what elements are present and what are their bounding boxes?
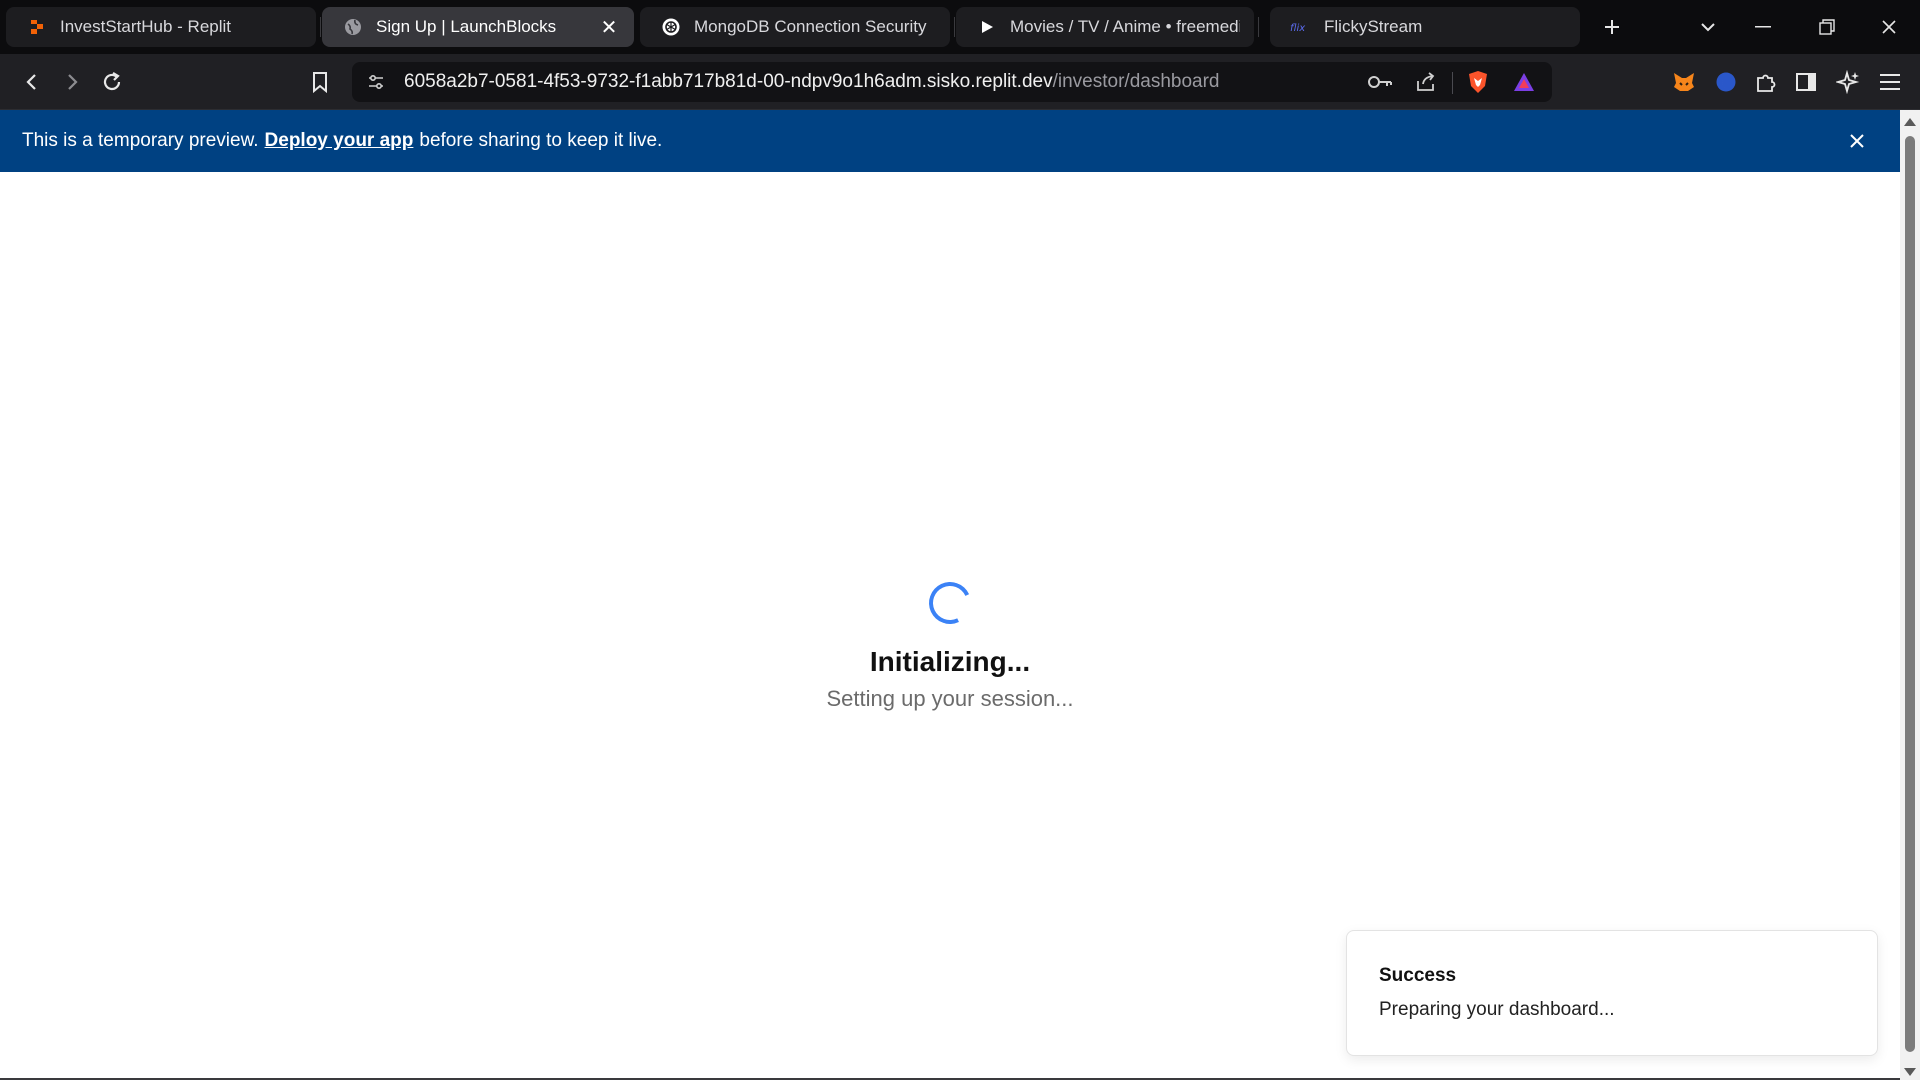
tab-mongodb-connection-security[interactable]: MongoDB Connection Security [640, 7, 950, 47]
tab-title: InvestStartHub - Replit [60, 17, 232, 36]
close-window-button[interactable] [1858, 0, 1920, 54]
minimize-window-button[interactable] [1732, 0, 1794, 54]
reload-icon[interactable] [94, 64, 130, 100]
tab-title: Movies / TV / Anime • freemediaheckyeah [1010, 17, 1240, 36]
scroll-up-arrow-icon[interactable] [1904, 118, 1916, 126]
loading-title: Initializing... [869, 646, 1031, 677]
password-key-icon[interactable] [1362, 64, 1398, 100]
url-host: 6058a2b7-0581-4f53-9732-f1abb717b81d-00-… [404, 71, 1053, 92]
new-tab-button[interactable] [1590, 7, 1634, 47]
tab-freemediaheckyeah[interactable]: Movies / TV / Anime • freemediaheckyeah [956, 7, 1254, 47]
loading-state: Initializing... Setting up your session.… [0, 576, 1900, 712]
tab-title: FlickyStream [1324, 17, 1423, 36]
dark-reader-moon-icon[interactable] [1708, 64, 1744, 100]
extensions-puzzle-icon[interactable] [1748, 64, 1784, 100]
restore-window-button[interactable] [1796, 0, 1858, 54]
browser-toolbar: 6058a2b7-0581-4f53-9732-f1abb717b81d-00-… [0, 54, 1920, 110]
tab-separator [1258, 17, 1259, 37]
back-arrow-icon[interactable] [14, 64, 50, 100]
tab-title: MongoDB Connection Security [694, 17, 927, 36]
flicky-icon: flix [1290, 16, 1312, 38]
scroll-down-arrow-icon[interactable] [1904, 1068, 1916, 1076]
address-bar-separator [1452, 72, 1453, 94]
close-tab-icon[interactable]: ✕ [598, 15, 620, 40]
banner-text-before: This is a temporary preview. [22, 130, 259, 151]
play-icon [976, 16, 998, 38]
forward-arrow-icon[interactable] [54, 64, 90, 100]
svg-text:flix: flix [1290, 23, 1305, 34]
banner-text-after: before sharing to keep it live. [419, 130, 663, 151]
loading-spinner-icon [923, 576, 977, 630]
tab-strip: InvestStartHub - Replit Sign Up | Launch… [0, 0, 1920, 54]
loading-subtitle: Setting up your session... [826, 686, 1074, 711]
brave-rewards-icon[interactable] [1506, 64, 1542, 100]
success-toast[interactable]: Success Preparing your dashboard... [1346, 930, 1878, 1056]
bookmark-icon[interactable] [302, 64, 338, 100]
brave-shields-icon[interactable] [1460, 64, 1496, 100]
url-path: /investor/dashboard [1052, 71, 1220, 92]
leo-ai-sparkle-icon[interactable] [1830, 64, 1866, 100]
temporary-preview-banner: This is a temporary preview. Deploy your… [0, 110, 1900, 172]
globe-icon [342, 16, 364, 38]
scroll-thumb[interactable] [1905, 136, 1915, 1052]
site-settings-icon[interactable] [358, 64, 394, 100]
sidebar-toggle-icon[interactable] [1788, 64, 1824, 100]
tab-search-chevron-down-icon[interactable] [1686, 7, 1730, 47]
address-bar[interactable]: 6058a2b7-0581-4f53-9732-f1abb717b81d-00-… [352, 62, 1552, 102]
tab-flickystream[interactable]: flix FlickyStream [1270, 7, 1580, 47]
tab-separator [320, 17, 321, 37]
tab-investstarthub[interactable]: InvestStartHub - Replit [6, 7, 316, 47]
tab-separator [954, 17, 955, 37]
openai-icon [660, 16, 682, 38]
tab-sign-up-launchblocks[interactable]: Sign Up | LaunchBlocks ✕ [322, 7, 634, 47]
deploy-your-app-link[interactable]: Deploy your app [265, 130, 414, 152]
toast-title: Success [1379, 965, 1457, 986]
close-banner-icon[interactable] [1844, 128, 1870, 154]
tab-title: Sign Up | LaunchBlocks [376, 17, 557, 36]
metamask-fox-icon[interactable] [1666, 64, 1702, 100]
page-scrollbar[interactable] [1900, 110, 1920, 1080]
replit-icon [26, 16, 48, 38]
toast-message: Preparing your dashboard... [1379, 999, 1615, 1020]
share-icon[interactable] [1408, 64, 1444, 100]
url-text[interactable]: 6058a2b7-0581-4f53-9732-f1abb717b81d-00-… [404, 62, 1220, 102]
hamburger-menu-icon[interactable] [1872, 64, 1908, 100]
